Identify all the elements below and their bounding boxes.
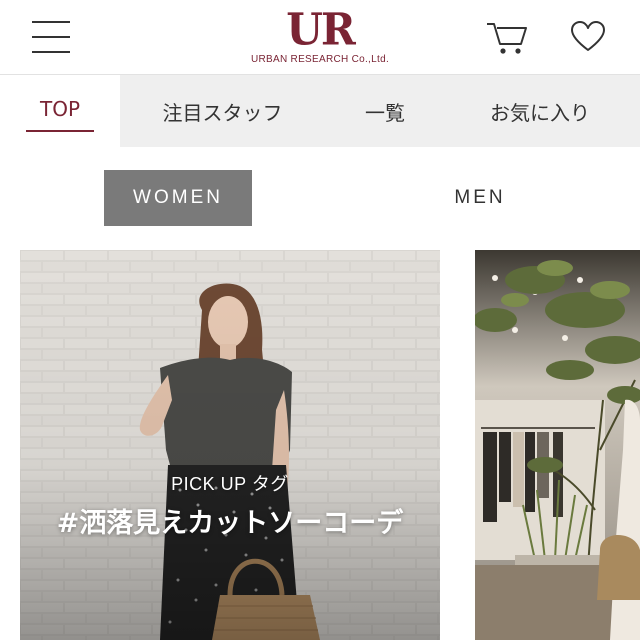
logo-text: URBAN RESEARCH Co.,Ltd. (250, 54, 390, 65)
shopping-cart-icon[interactable] (485, 18, 529, 56)
feature-card[interactable]: PICK UP タグ #洒落見えカットソーコーデ (20, 250, 440, 640)
tab-top[interactable]: TOP (0, 75, 120, 147)
logo-mark: UR (286, 3, 356, 56)
tab-list[interactable]: 一覧 (335, 75, 435, 147)
women-button[interactable]: WOMEN (104, 170, 252, 226)
tab-label: TOP (39, 97, 81, 121)
heart-icon[interactable] (570, 20, 606, 54)
card-kicker: PICK UP タグ (171, 474, 289, 494)
tab-label: 注目スタッフ (162, 100, 283, 125)
active-tab-underline (26, 130, 94, 132)
tab-favorites[interactable]: お気に入り (470, 75, 610, 147)
tab-featured-staff[interactable]: 注目スタッフ (135, 75, 310, 147)
tab-label: 一覧 (365, 100, 405, 125)
hamburger-menu-icon[interactable] (32, 21, 70, 53)
men-button[interactable]: MEN (406, 170, 554, 226)
menu-line (32, 51, 70, 53)
card-title: #洒落見えカットソーコーデ (56, 508, 404, 539)
tab-label: お気に入り (490, 100, 590, 125)
header: UR URBAN RESEARCH Co.,Ltd. (0, 0, 640, 75)
feature-card[interactable] (475, 250, 640, 640)
category-tabs: TOP 注目スタッフ 一覧 お気に入り (0, 75, 640, 147)
menu-line (32, 21, 70, 23)
brand-logo[interactable]: UR URBAN RESEARCH Co.,Ltd. (240, 3, 400, 68)
store-photo (475, 250, 640, 640)
staff-photo (20, 250, 440, 640)
menu-line (32, 36, 70, 38)
